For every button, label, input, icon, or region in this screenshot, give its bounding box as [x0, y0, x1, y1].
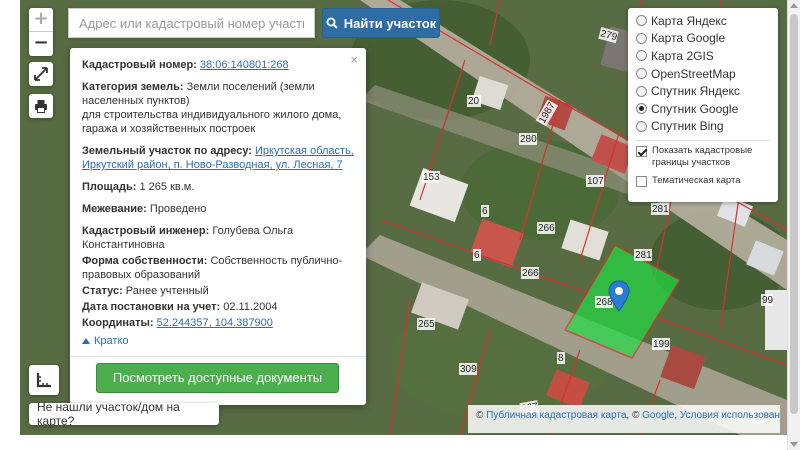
area-row: Площадь: 1 265 кв.м.: [82, 180, 354, 194]
zoom-out-button[interactable]: −: [29, 32, 53, 56]
layer-option-label: Карта 2GIS: [651, 48, 714, 63]
scrollbar-thumb[interactable]: [790, 14, 798, 414]
layer-option-bing-satellite[interactable]: Спутник Bing: [636, 118, 770, 136]
map-attribution: © Публичная кадастровая карта, © Google,…: [468, 405, 780, 433]
zoom-in-button[interactable]: +: [29, 8, 53, 32]
layer-option-yandex-satellite[interactable]: Спутник Яндекс: [636, 82, 770, 100]
attribution-separator: , ©: [626, 410, 640, 421]
registration-date-label: Дата постановки на учет:: [82, 301, 221, 313]
layer-option-label: Спутник Google: [651, 101, 739, 116]
ownership-row: Форма собственности: Собственность публи…: [82, 254, 354, 282]
land-category-label: Категория земель:: [82, 81, 184, 93]
ruler-icon: [36, 373, 51, 388]
copyright-symbol: ©: [476, 410, 484, 421]
cadastral-number-link[interactable]: 38:06:140801:268: [200, 59, 289, 71]
search-icon: [326, 17, 338, 29]
pkk-link[interactable]: Публичная кадастровая карта: [486, 410, 626, 421]
survey-label: Межевание:: [82, 203, 147, 215]
layer-switcher: Карта Яндекс Карта Google Карта 2GIS Ope…: [628, 8, 778, 202]
scroll-down-icon[interactable]: [790, 442, 798, 447]
address-search-input[interactable]: [68, 8, 315, 38]
checkbox-checked-icon: [636, 146, 647, 158]
close-icon[interactable]: ×: [350, 53, 358, 67]
layer-option-google-map[interactable]: Карта Google: [636, 30, 770, 48]
find-parcel-button[interactable]: Найти участок: [322, 8, 440, 38]
status-label: Статус:: [82, 285, 123, 297]
address-row: Земельный участок по адресу: Иркутская о…: [82, 144, 354, 172]
not-found-link[interactable]: Не нашли участок/дом на карте?: [29, 400, 219, 428]
cadastral-number-row: Кадастровый номер: 38:06:140801:268: [82, 58, 354, 72]
address-label: Земельный участок по адресу:: [82, 145, 252, 157]
thematic-map-label: Тематическая карта: [652, 175, 741, 187]
thematic-map-checkbox[interactable]: Тематическая карта: [636, 175, 770, 188]
location-marker-icon[interactable]: [608, 280, 630, 312]
land-use-value: для строительства индивидуального жилого…: [82, 109, 342, 135]
page-scrollbar[interactable]: [787, 0, 800, 450]
terms-link[interactable]: Условия использования: [680, 410, 780, 421]
collapse-label: Кратко: [94, 335, 129, 347]
google-link[interactable]: Google: [642, 410, 674, 421]
checkbox-icon: [636, 176, 647, 188]
coordinates-link[interactable]: 52.244357, 104.387900: [157, 317, 273, 329]
layer-option-yandex-map[interactable]: Карта Яндекс: [636, 12, 770, 30]
find-parcel-button-label: Найти участок: [343, 15, 437, 31]
view-documents-button[interactable]: Посмотреть доступные документы: [96, 363, 339, 393]
fullscreen-icon: [34, 67, 48, 81]
layer-option-2gis-map[interactable]: Карта 2GIS: [636, 47, 770, 65]
fullscreen-button[interactable]: [29, 62, 53, 86]
cadastral-number-label: Кадастровый номер:: [82, 59, 197, 71]
status-row: Статус: Ранее учтенный: [82, 284, 354, 298]
collapse-toggle[interactable]: Кратко: [82, 334, 354, 348]
show-boundaries-label: Показать кадастровые границы участков: [652, 145, 753, 169]
print-button[interactable]: [29, 94, 53, 118]
show-boundaries-checkbox[interactable]: Показать кадастровые границы участков: [636, 145, 770, 169]
radio-selected-icon: [636, 103, 647, 115]
ruler-button[interactable]: [29, 365, 59, 395]
ownership-label: Форма собственности:: [82, 255, 208, 267]
zoom-control: + −: [29, 8, 53, 56]
scroll-up-icon[interactable]: [790, 3, 798, 8]
layer-option-label: Карта Яндекс: [651, 13, 727, 28]
layer-option-label: Спутник Bing: [651, 119, 724, 134]
radio-icon: [636, 68, 647, 80]
radio-icon: [636, 32, 647, 44]
registration-date-value: 02.11.2004: [223, 301, 278, 313]
chevron-up-icon: [82, 338, 90, 344]
layer-option-label: Спутник Яндекс: [651, 84, 740, 99]
engineer-row: Кадастровый инженер: Голубева Ольга Конс…: [82, 224, 354, 252]
print-icon: [35, 100, 47, 113]
layer-option-osm[interactable]: OpenStreetMap: [636, 65, 770, 83]
divider: [70, 356, 366, 357]
layer-option-google-satellite[interactable]: Спутник Google: [636, 100, 770, 118]
layer-option-label: OpenStreetMap: [651, 66, 736, 81]
area-label: Площадь:: [82, 181, 137, 193]
survey-value: Проведено: [149, 203, 207, 215]
land-category-row: Категория земель: Земли поселений (земли…: [82, 80, 354, 136]
radio-icon: [636, 15, 647, 27]
divider: [636, 140, 770, 142]
radio-icon: [636, 120, 647, 132]
coordinates-row: Координаты: 52.244357, 104.387900: [82, 316, 354, 330]
survey-row: Межевание: Проведено: [82, 202, 354, 216]
coordinates-label: Координаты:: [82, 317, 154, 329]
area-value: 1 265 кв.м.: [139, 181, 195, 193]
status-value: Ранее учтенный: [125, 285, 209, 297]
radio-icon: [636, 85, 647, 97]
engineer-label: Кадастровый инженер:: [82, 225, 210, 237]
layer-option-label: Карта Google: [651, 31, 726, 46]
radio-icon: [636, 50, 647, 62]
parcel-info-panel: × Кадастровый номер: 38:06:140801:268 Ка…: [70, 48, 366, 405]
registration-date-row: Дата постановки на учет: 02.11.2004: [82, 300, 354, 314]
